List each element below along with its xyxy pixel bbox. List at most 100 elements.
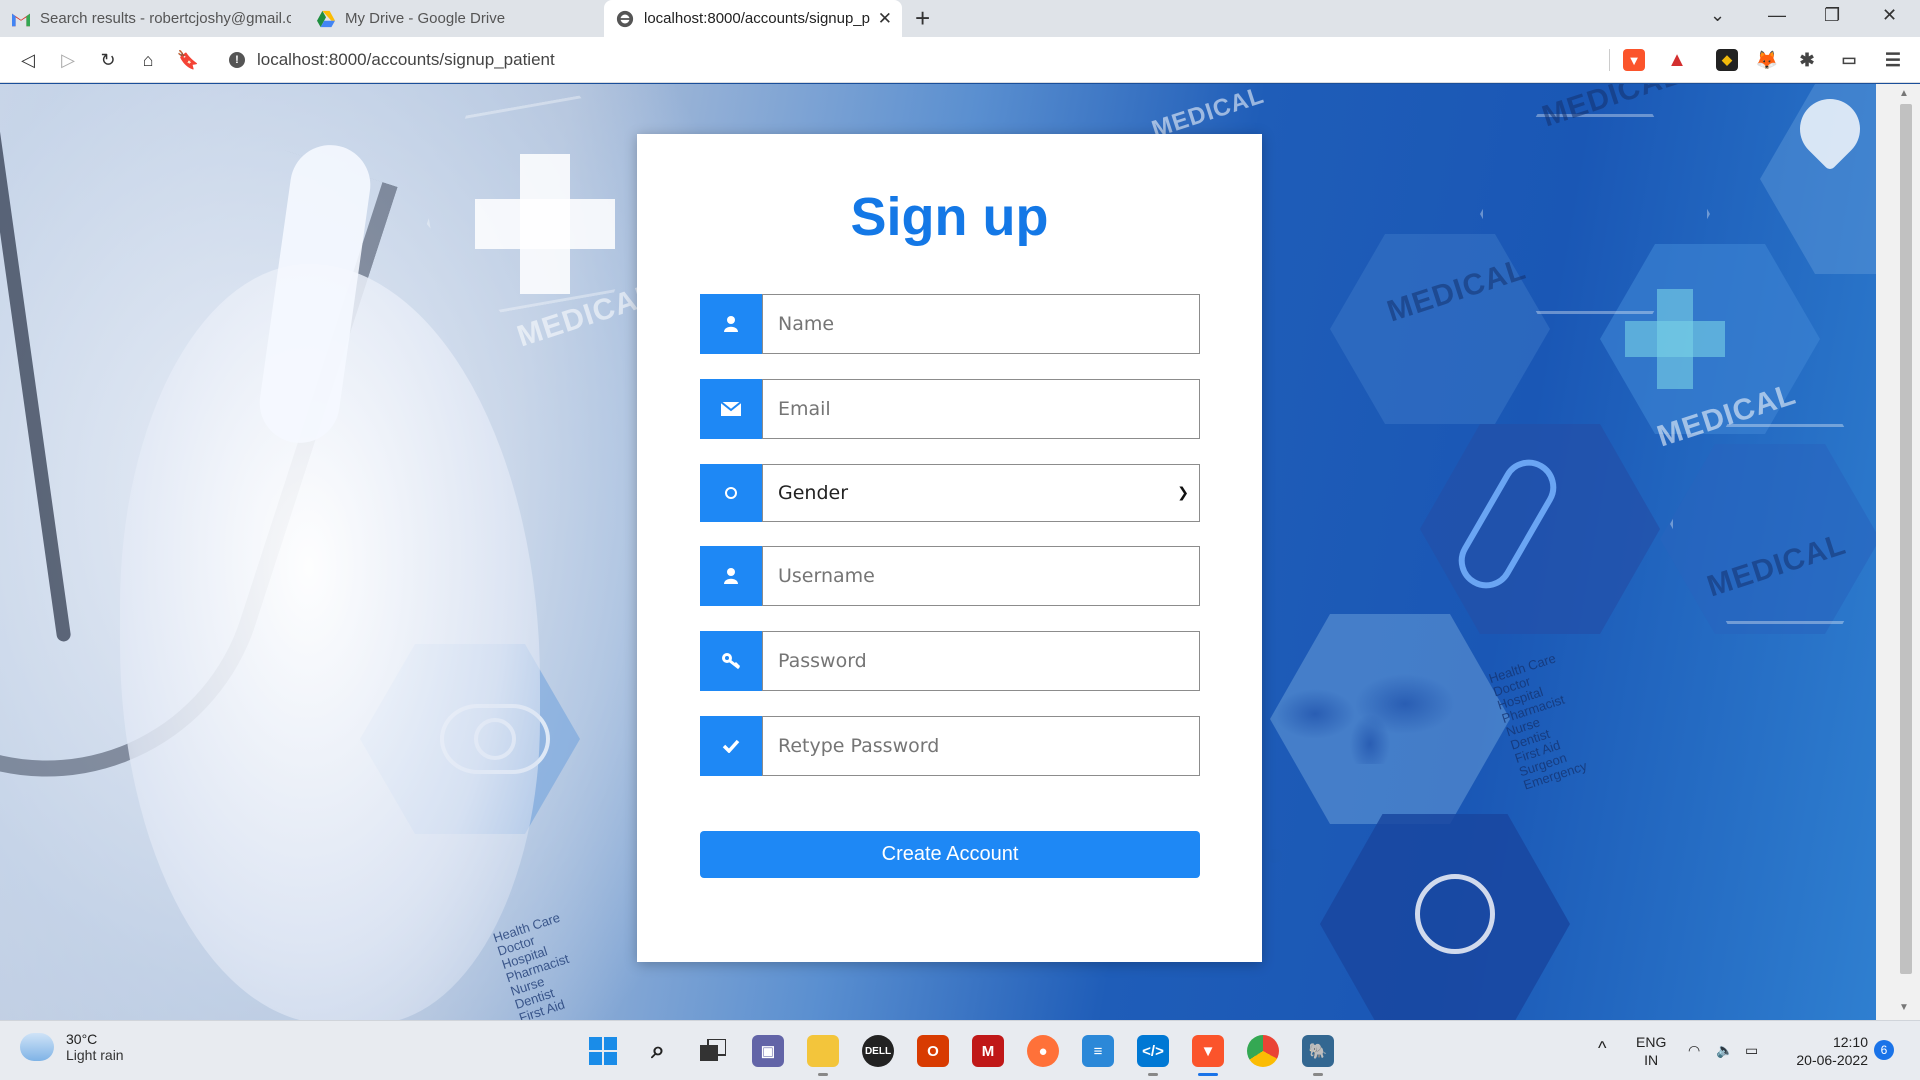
tab-strip: Search results - robertcjoshy@gmail.c My…	[0, 0, 1920, 37]
menu-icon[interactable]: ☰	[1882, 49, 1904, 71]
username-input[interactable]: Username	[762, 546, 1200, 606]
bookmark-icon[interactable]: 🔖	[175, 47, 201, 73]
taskbar: 30°C Light rain ⌕ ▣ DELL O M ● ≡ </> ▼ 🐘…	[0, 1020, 1920, 1080]
medical-cross-icon	[1625, 289, 1725, 389]
postgresql-icon[interactable]: 🐘	[1302, 1035, 1334, 1067]
back-icon[interactable]: ◁	[15, 47, 41, 73]
gmail-icon	[12, 13, 30, 26]
minimize-button[interactable]: —	[1768, 5, 1786, 26]
task-view-icon[interactable]	[697, 1035, 729, 1067]
user-icon	[700, 546, 762, 606]
site-info-icon[interactable]: !	[229, 52, 245, 68]
wifi-icon[interactable]: ◠	[1688, 1041, 1700, 1059]
close-tab-icon[interactable]: ✕	[878, 9, 892, 29]
address-bar[interactable]: ! localhost:8000/accounts/signup_patient	[215, 43, 1615, 77]
file-explorer-icon[interactable]	[807, 1035, 839, 1067]
notification-badge[interactable]: 6	[1874, 1040, 1894, 1060]
tab-title: Search results - robertcjoshy@gmail.c	[40, 10, 291, 27]
password-row: Password	[700, 631, 1200, 691]
brave-browser-icon[interactable]: ▼	[1192, 1035, 1224, 1067]
retype-password-row: Retype Password	[700, 716, 1200, 776]
specialty-list: Health Care Doctor Hospital Pharmacist N…	[491, 909, 571, 1020]
active-indicator	[1198, 1073, 1218, 1076]
password-input[interactable]: Password	[762, 631, 1200, 691]
close-window-button[interactable]: ✕	[1882, 5, 1897, 26]
new-tab-button[interactable]: +	[915, 4, 930, 32]
language-code: ENG	[1636, 1034, 1667, 1050]
envelope-icon	[700, 379, 762, 439]
create-account-button[interactable]: Create Account	[700, 831, 1200, 878]
medical-cross-icon	[475, 154, 615, 294]
page-scrollbar[interactable]: ▲ ▼	[1876, 84, 1920, 1020]
clock-date: 20-06-2022	[1796, 1052, 1868, 1068]
running-indicator	[1148, 1073, 1158, 1076]
circle-icon	[700, 464, 762, 522]
language-indicator[interactable]: ENG IN	[1636, 1033, 1666, 1069]
gender-row: Gender ❯	[700, 464, 1200, 522]
clock-time: 12:10	[1832, 1034, 1868, 1050]
check-icon	[700, 716, 762, 776]
region-code: IN	[1644, 1052, 1659, 1068]
url-text: localhost:8000/accounts/signup_patient	[257, 50, 555, 69]
scroll-up-icon[interactable]: ▲	[1899, 88, 1909, 99]
tab-signup-active[interactable]: localhost:8000/accounts/signup_p ✕	[604, 0, 902, 37]
tab-google-drive[interactable]: My Drive - Google Drive	[305, 0, 601, 37]
running-indicator	[818, 1073, 828, 1076]
browser-toolbar: ◁ ▷ ↻ ⌂ 🔖 ! localhost:8000/accounts/sign…	[0, 37, 1920, 83]
teams-chat-icon[interactable]: ▣	[752, 1035, 784, 1067]
wheelchair-icon	[1415, 874, 1495, 954]
world-map-icon	[1275, 674, 1465, 764]
email-input[interactable]: Email	[762, 379, 1200, 439]
tab-title: localhost:8000/accounts/signup_p	[644, 10, 870, 27]
retype-password-input[interactable]: Retype Password	[762, 716, 1200, 776]
brave-shields-icon[interactable]: ▼	[1623, 49, 1645, 71]
user-icon	[700, 294, 762, 354]
restore-button[interactable]: ❐	[1824, 5, 1840, 26]
vscode-icon[interactable]: </>	[1137, 1035, 1169, 1067]
google-drive-icon	[317, 10, 335, 27]
weather-widget[interactable]: 30°C Light rain	[20, 1031, 124, 1063]
chrome-icon[interactable]	[1247, 1035, 1279, 1067]
home-icon[interactable]: ⌂	[135, 47, 161, 73]
scrollbar-thumb[interactable]	[1900, 104, 1912, 974]
firefox-icon[interactable]: ●	[1027, 1035, 1059, 1067]
tab-title: My Drive - Google Drive	[345, 10, 506, 27]
gender-selected-value: Gender	[778, 482, 849, 504]
weather-temperature: 30°C	[66, 1031, 98, 1047]
specialty-list: Health Care Doctor Hospital Pharmacist N…	[1486, 650, 1589, 793]
username-row: Username	[700, 546, 1200, 606]
divider	[1609, 49, 1610, 71]
name-row: Name	[700, 294, 1200, 354]
page-title: Sign up	[850, 187, 1049, 247]
scroll-down-icon[interactable]: ▼	[1899, 1002, 1909, 1013]
show-hidden-icons-icon[interactable]: ^	[1598, 1039, 1606, 1057]
windows-start-icon[interactable]	[587, 1035, 619, 1067]
signup-card: Sign up Name Email Gender ❯ Username Pas…	[637, 134, 1262, 962]
extensions-icon[interactable]: ✱	[1796, 49, 1818, 71]
metamask-icon[interactable]: 🦊	[1756, 49, 1778, 71]
wallet-icon[interactable]: ▭	[1838, 49, 1860, 71]
office-icon[interactable]: O	[917, 1035, 949, 1067]
tab-search-icon[interactable]: ⌄	[1710, 5, 1725, 26]
forward-icon[interactable]: ▷	[55, 47, 81, 73]
search-icon[interactable]: ⌕	[642, 1035, 674, 1067]
battery-icon[interactable]: ▭	[1745, 1041, 1758, 1059]
gender-select[interactable]: Gender ❯	[762, 464, 1200, 522]
clock[interactable]: 12:10 20-06-2022	[1786, 1033, 1868, 1069]
name-input[interactable]: Name	[762, 294, 1200, 354]
reload-icon[interactable]: ↻	[95, 47, 121, 73]
globe-icon	[616, 10, 634, 27]
brave-rewards-icon[interactable]: ▲	[1666, 49, 1688, 71]
notepad-icon[interactable]: ≡	[1082, 1035, 1114, 1067]
mcafee-icon[interactable]: M	[972, 1035, 1004, 1067]
chevron-down-icon: ❯	[1177, 485, 1189, 501]
tab-gmail[interactable]: Search results - robertcjoshy@gmail.c	[0, 0, 303, 37]
email-row: Email	[700, 379, 1200, 439]
weather-description: Light rain	[66, 1047, 124, 1063]
rain-cloud-icon	[20, 1033, 54, 1061]
key-icon	[700, 631, 762, 691]
running-indicator	[1313, 1073, 1323, 1076]
binance-wallet-icon[interactable]: ◆	[1716, 49, 1738, 71]
dell-icon[interactable]: DELL	[862, 1035, 894, 1067]
volume-icon[interactable]: 🔈	[1716, 1041, 1733, 1059]
